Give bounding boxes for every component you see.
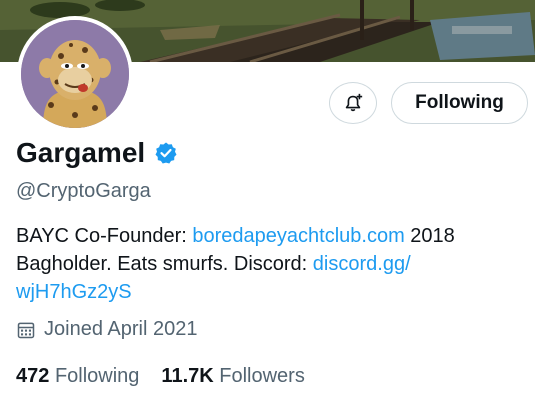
display-name: Gargamel: [16, 137, 146, 168]
profile-bio: BAYC Co-Founder: boredapeyachtclub.com 2…: [16, 222, 526, 306]
following-label: Following: [54, 365, 140, 387]
profile-stats: 472 Following 11.7K Followers: [16, 365, 327, 388]
bio-website-link[interactable]: boredapeyachtclub.com: [192, 225, 404, 247]
bio-text: Bagholder. Eats smurfs. Discord:: [16, 253, 313, 275]
bio-text: 2018: [404, 225, 455, 247]
notifications-button[interactable]: [329, 82, 377, 124]
followers-stat[interactable]: 11.7K Followers: [161, 365, 304, 388]
ape-avatar-image: [21, 20, 129, 128]
followers-count: 11.7K: [161, 365, 214, 387]
bio-discord-link-cont[interactable]: wjH7hGz2yS: [16, 281, 132, 303]
joined-text: Joined April 2021: [44, 318, 198, 340]
following-button-label: Following: [415, 92, 504, 113]
following-button[interactable]: Following: [391, 82, 528, 124]
calendar-icon: [17, 322, 35, 338]
bio-discord-link[interactable]: discord.gg/: [313, 253, 411, 275]
name-row: Gargamel: [16, 137, 178, 169]
following-stat[interactable]: 472 Following: [16, 365, 139, 388]
avatar-container[interactable]: [17, 16, 133, 132]
avatar[interactable]: [21, 20, 129, 128]
joined-date: Joined April 2021: [16, 318, 197, 341]
bell-plus-icon: [345, 93, 363, 112]
followers-label: Followers: [219, 365, 305, 387]
bio-text: BAYC Co-Founder:: [16, 225, 193, 247]
profile-handle: @CryptoGarga: [16, 180, 151, 202]
following-count: 472: [16, 365, 50, 387]
verified-badge-icon[interactable]: [154, 141, 178, 165]
